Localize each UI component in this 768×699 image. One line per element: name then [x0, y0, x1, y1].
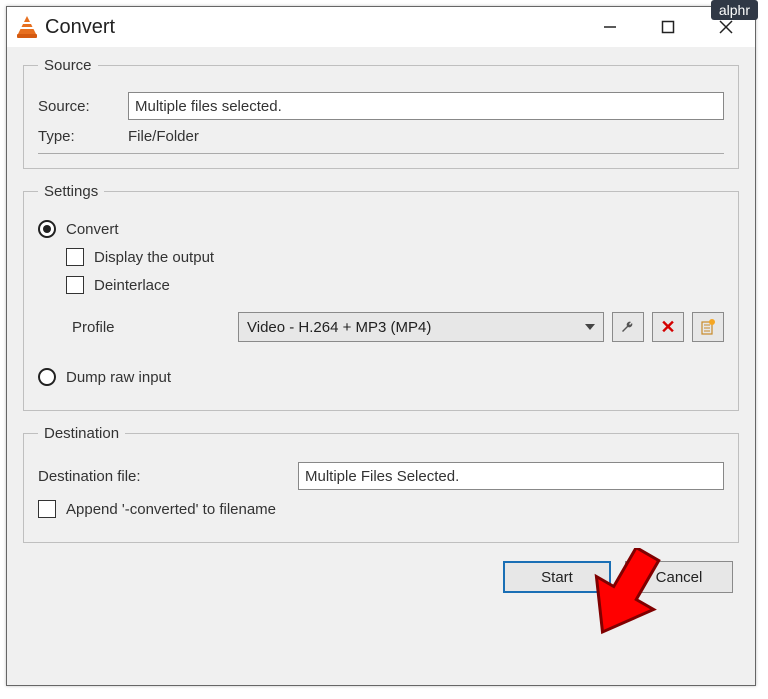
wrench-icon [620, 319, 636, 335]
x-icon: ✕ [660, 317, 675, 338]
edit-profile-button[interactable] [612, 312, 644, 342]
alphr-badge: alphr [711, 0, 758, 20]
source-label: Source: [38, 98, 128, 115]
cancel-button[interactable]: Cancel [625, 561, 733, 593]
vlc-cone-icon [17, 16, 37, 38]
start-button[interactable]: Start [503, 561, 611, 593]
destination-group: Destination Destination file: Multiple F… [23, 425, 739, 543]
checkbox-icon [66, 248, 84, 266]
source-group: Source Source: Multiple files selected. … [23, 57, 739, 169]
profile-label: Profile [38, 319, 238, 336]
display-output-label: Display the output [94, 249, 214, 266]
delete-profile-button[interactable]: ✕ [652, 312, 684, 342]
display-output-checkbox[interactable]: Display the output [66, 248, 724, 266]
new-profile-icon [700, 319, 716, 335]
window-title: Convert [45, 16, 115, 39]
source-input[interactable]: Multiple files selected. [128, 92, 724, 120]
minimize-button[interactable] [581, 7, 639, 47]
titlebar: Convert [7, 7, 755, 47]
append-converted-checkbox[interactable]: Append '-converted' to filename [38, 500, 724, 518]
destination-file-label: Destination file: [38, 468, 298, 485]
type-value: File/Folder [128, 128, 199, 145]
settings-group: Settings Convert Display the output Dein… [23, 183, 739, 411]
convert-radio-label: Convert [66, 221, 119, 238]
settings-legend: Settings [38, 183, 104, 200]
destination-legend: Destination [38, 425, 125, 442]
maximize-button[interactable] [639, 7, 697, 47]
type-label: Type: [38, 128, 128, 145]
source-legend: Source [38, 57, 98, 74]
divider [38, 153, 724, 154]
deinterlace-checkbox[interactable]: Deinterlace [66, 276, 724, 294]
convert-radio[interactable]: Convert [38, 220, 724, 238]
destination-file-input[interactable]: Multiple Files Selected. [298, 462, 724, 490]
deinterlace-label: Deinterlace [94, 277, 170, 294]
checkbox-icon [66, 276, 84, 294]
new-profile-button[interactable] [692, 312, 724, 342]
checkbox-icon [38, 500, 56, 518]
append-converted-label: Append '-converted' to filename [66, 501, 276, 518]
profile-value: Video - H.264 + MP3 (MP4) [247, 319, 431, 336]
chevron-down-icon [585, 324, 595, 330]
radio-icon [38, 220, 56, 238]
profile-combobox[interactable]: Video - H.264 + MP3 (MP4) [238, 312, 604, 342]
dump-raw-radio[interactable]: Dump raw input [38, 368, 724, 386]
convert-dialog: Convert Source Source: Multiple files se… [6, 6, 756, 686]
dump-raw-label: Dump raw input [66, 369, 171, 386]
radio-icon [38, 368, 56, 386]
dialog-footer: Start Cancel [23, 557, 739, 593]
